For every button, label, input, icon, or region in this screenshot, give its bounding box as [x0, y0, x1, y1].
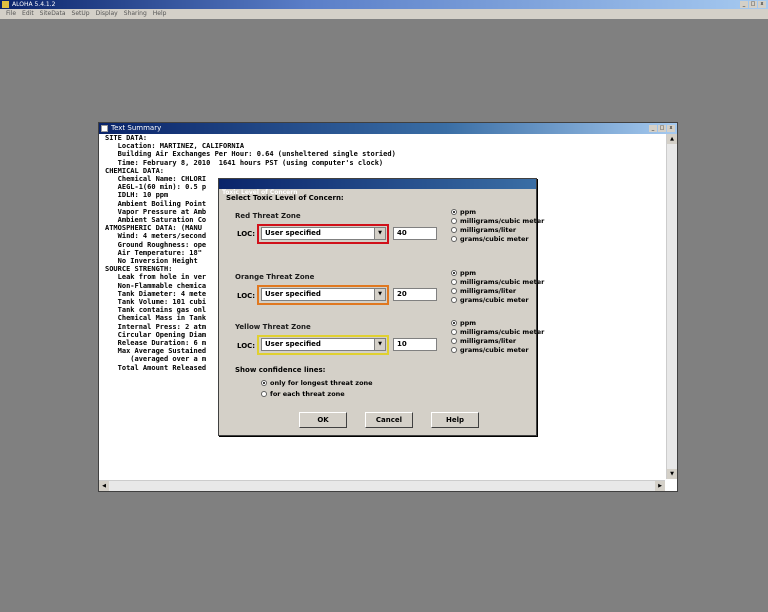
app-title: ALOHA 5.4.1.2: [12, 1, 56, 8]
red-loc-select[interactable]: User specified ▼: [261, 227, 386, 240]
chevron-down-icon[interactable]: ▼: [374, 228, 385, 239]
yellow-loc-select[interactable]: User specified ▼: [261, 338, 386, 351]
toxic-loc-dialog: Toxic Level of Concern Select Toxic Leve…: [218, 178, 544, 436]
text-summary-window-controls: _ □ x: [649, 125, 675, 132]
orange-unit-g-m3[interactable]: grams/cubic meter: [451, 296, 529, 304]
orange-zone-title: Orange Threat Zone: [235, 273, 315, 281]
minimize-icon[interactable]: _: [649, 125, 657, 132]
orange-unit-ppm[interactable]: ppm: [451, 269, 476, 277]
orange-loc-label: LOC:: [237, 292, 256, 300]
red-unit-g-m3[interactable]: grams/cubic meter: [451, 235, 529, 243]
menu-sitedata[interactable]: SiteData: [40, 9, 66, 19]
red-unit-mg-m3[interactable]: milligrams/cubic meter: [451, 217, 544, 225]
summary-line: Time: February 8, 2010 1641 hours PST (u…: [105, 158, 384, 167]
radio-selected-icon[interactable]: [451, 320, 457, 326]
chevron-down-icon[interactable]: ▼: [374, 289, 385, 300]
radio-icon[interactable]: [261, 391, 267, 397]
red-loc-label: LOC:: [237, 230, 256, 238]
maximize-icon[interactable]: □: [658, 125, 666, 132]
app-logo-icon: [2, 1, 9, 8]
app-title-bar: ALOHA 5.4.1.2 _ □ x: [0, 0, 768, 9]
ok-button[interactable]: OK: [299, 412, 347, 428]
orange-unit-mg-m3[interactable]: milligrams/cubic meter: [451, 278, 544, 286]
menu-help[interactable]: Help: [153, 9, 167, 19]
radio-selected-icon[interactable]: [261, 380, 267, 386]
scroll-right-icon[interactable]: ▶: [655, 481, 665, 491]
radio-selected-icon[interactable]: [451, 209, 457, 215]
summary-line: Building Air Exchanges Per Hour: 0.64 (u…: [105, 150, 396, 159]
summary-line: SITE DATA:: [105, 134, 148, 142]
menu-setup[interactable]: SetUp: [72, 9, 90, 19]
red-unit-mg-l[interactable]: milligrams/liter: [451, 226, 516, 234]
radio-icon[interactable]: [451, 227, 457, 233]
red-unit-ppm[interactable]: ppm: [451, 208, 476, 216]
radio-selected-icon[interactable]: [451, 270, 457, 276]
red-zone-title: Red Threat Zone: [235, 212, 301, 220]
radio-icon[interactable]: [451, 288, 457, 294]
confidence-longest-option[interactable]: only for longest threat zone: [261, 379, 373, 387]
cancel-button[interactable]: Cancel: [365, 412, 413, 428]
yellow-unit-mg-l[interactable]: milligrams/liter: [451, 337, 516, 345]
yellow-zone-title: Yellow Threat Zone: [235, 323, 311, 331]
text-summary-title: Text Summary: [111, 124, 162, 132]
menu-edit[interactable]: Edit: [22, 9, 34, 19]
vertical-scrollbar[interactable]: ▲ ▼: [666, 134, 677, 479]
scroll-left-icon[interactable]: ◀: [99, 481, 109, 491]
yellow-unit-mg-m3[interactable]: milligrams/cubic meter: [451, 328, 544, 336]
dialog-title-bar[interactable]: Toxic Level of Concern: [219, 179, 536, 196]
close-icon[interactable]: x: [667, 125, 675, 132]
radio-icon[interactable]: [451, 218, 457, 224]
minimize-icon[interactable]: _: [740, 1, 748, 8]
orange-loc-value: User specified: [265, 290, 321, 298]
radio-icon[interactable]: [451, 329, 457, 335]
summary-line: Location: MARTINEZ, CALIFORNIA: [105, 142, 245, 151]
radio-icon[interactable]: [451, 347, 457, 353]
app-window-controls: _ □ x: [740, 1, 766, 8]
menu-display[interactable]: Display: [96, 9, 118, 19]
menu-bar: File Edit SiteData SetUp Display Sharing…: [0, 9, 768, 19]
menu-sharing[interactable]: Sharing: [124, 9, 147, 19]
summary-line: CHEMICAL DATA:: [105, 166, 165, 175]
scroll-up-icon[interactable]: ▲: [667, 134, 677, 144]
scroll-down-icon[interactable]: ▼: [667, 469, 677, 479]
yellow-loc-input[interactable]: 10: [393, 338, 437, 351]
document-icon: [101, 125, 108, 132]
confidence-label: Show confidence lines:: [235, 366, 326, 374]
menu-file[interactable]: File: [6, 9, 16, 19]
dialog-heading: Select Toxic Level of Concern:: [226, 194, 344, 202]
horizontal-scrollbar[interactable]: ◀ ▶: [99, 480, 665, 491]
orange-loc-input[interactable]: 20: [393, 288, 437, 301]
radio-icon[interactable]: [451, 279, 457, 285]
help-button[interactable]: Help: [431, 412, 479, 428]
orange-loc-select[interactable]: User specified ▼: [261, 288, 386, 301]
radio-icon[interactable]: [451, 338, 457, 344]
red-loc-input[interactable]: 40: [393, 227, 437, 240]
red-loc-value: User specified: [265, 229, 321, 237]
radio-icon[interactable]: [451, 297, 457, 303]
confidence-each-option[interactable]: for each threat zone: [261, 390, 345, 398]
text-summary-title-bar[interactable]: Text Summary _ □ x: [99, 123, 677, 134]
radio-icon[interactable]: [451, 236, 457, 242]
close-icon[interactable]: x: [758, 1, 766, 8]
yellow-loc-value: User specified: [265, 340, 321, 348]
yellow-unit-g-m3[interactable]: grams/cubic meter: [451, 346, 529, 354]
yellow-loc-label: LOC:: [237, 342, 256, 350]
yellow-unit-ppm[interactable]: ppm: [451, 319, 476, 327]
chevron-down-icon[interactable]: ▼: [374, 339, 385, 350]
orange-unit-mg-l[interactable]: milligrams/liter: [451, 287, 516, 295]
maximize-icon[interactable]: □: [749, 1, 757, 8]
